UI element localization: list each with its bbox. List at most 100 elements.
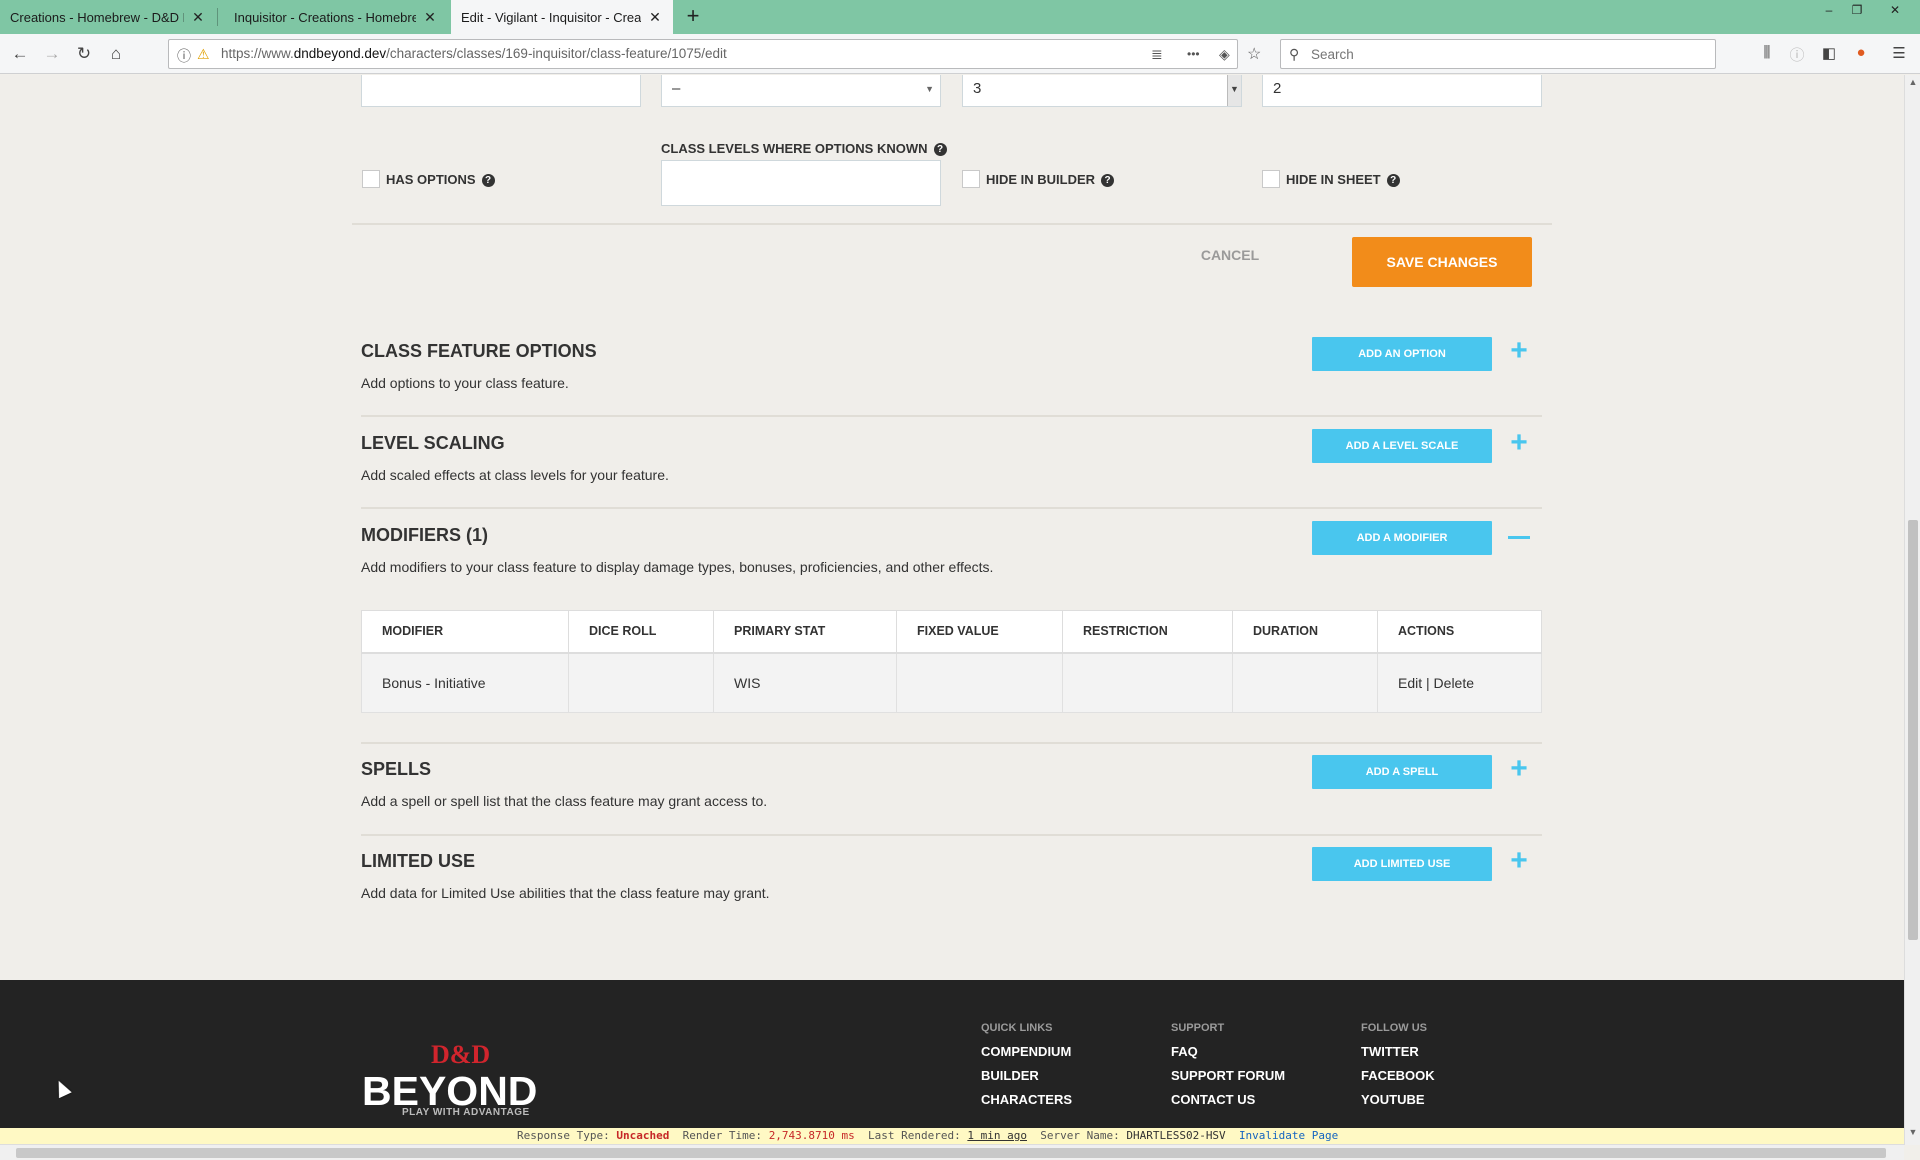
- section-desc-spells: Add a spell or spell list that the class…: [361, 793, 768, 809]
- browser-tab-edit-vigilant[interactable]: Edit - Vigilant - Inquisitor - Creation …: [451, 0, 673, 34]
- site-footer: D&D BEYOND PLAY WITH ADVANTAGE QUICK LIN…: [0, 980, 1904, 1128]
- close-icon[interactable]: ✕: [422, 9, 438, 26]
- column-header: PRIMARY STAT: [713, 610, 897, 654]
- footer-link-compendium[interactable]: COMPENDIUM: [981, 1044, 1071, 1059]
- server-name-label: Server Name:: [1040, 1129, 1120, 1142]
- footer-link-facebook[interactable]: FACEBOOK: [1361, 1068, 1435, 1083]
- plus-icon[interactable]: +: [1507, 754, 1531, 784]
- browser-search-bar[interactable]: ⚲: [1280, 39, 1716, 69]
- url-bar[interactable]: ⓘ ⚠ https://www.dndbeyond.dev/characters…: [168, 39, 1261, 69]
- footer-link-twitter[interactable]: TWITTER: [1361, 1044, 1419, 1059]
- menu-icon[interactable]: ☰: [1888, 44, 1910, 64]
- reload-icon[interactable]: ↻: [72, 42, 96, 66]
- text-field[interactable]: [361, 75, 641, 107]
- footer-link-support-forum[interactable]: SUPPORT FORUM: [1171, 1068, 1285, 1083]
- add-a-level-scale-button[interactable]: ADD A LEVEL SCALE: [1312, 429, 1492, 463]
- scrollbar-thumb[interactable]: [16, 1148, 1886, 1158]
- info-icon[interactable]: ⓘ: [177, 46, 191, 66]
- footer-link-contact-us[interactable]: CONTACT US: [1171, 1092, 1255, 1107]
- bookmark-star-icon[interactable]: ☆: [1247, 44, 1261, 64]
- plus-icon[interactable]: +: [1507, 846, 1531, 876]
- section-desc-modifiers: Add modifiers to your class feature to d…: [361, 559, 994, 575]
- logo-dd-mark[interactable]: D&D: [431, 1040, 490, 1070]
- add-limited-use-button[interactable]: ADD LIMITED USE: [1312, 847, 1492, 881]
- extension-icon[interactable]: ●: [1850, 44, 1872, 64]
- logo-tagline: PLAY WITH ADVANTAGE: [402, 1107, 530, 1118]
- column-header: RESTRICTION: [1062, 610, 1233, 654]
- stepper-chevron-icon[interactable]: ▼: [1227, 75, 1241, 106]
- help-icon[interactable]: ?: [1386, 174, 1400, 188]
- home-icon[interactable]: ⌂: [104, 42, 128, 66]
- tab-title: Inquisitor - Creations - Homebrew: [234, 9, 416, 25]
- edit-link[interactable]: Edit: [1398, 675, 1422, 691]
- url-path: /characters/classes/169-inquisitor/class…: [386, 46, 727, 61]
- response-type-value: Uncached: [616, 1129, 670, 1142]
- horizontal-scrollbar[interactable]: [0, 1144, 1904, 1160]
- minimize-window-icon[interactable]: –: [1814, 0, 1844, 20]
- lock-warning-icon[interactable]: ⚠: [197, 46, 210, 63]
- footer-link-faq[interactable]: FAQ: [1171, 1044, 1198, 1059]
- section-title-spells: SPELLS: [361, 759, 432, 779]
- close-window-icon[interactable]: ✕: [1880, 0, 1910, 20]
- vertical-scrollbar[interactable]: ▲ ▼: [1904, 75, 1920, 1145]
- quick-links-heading: QUICK LINKS: [981, 1022, 1053, 1034]
- pocket-icon[interactable]: ◈: [1219, 46, 1230, 63]
- invalidate-page-link[interactable]: Invalidate Page: [1239, 1129, 1338, 1142]
- save-changes-button[interactable]: SAVE CHANGES: [1352, 237, 1532, 287]
- number-value: 3: [973, 80, 982, 97]
- browser-search-input[interactable]: [1311, 45, 1701, 63]
- number-stepper-field[interactable]: 3 ▼: [962, 75, 1242, 107]
- section-divider: [361, 834, 1542, 836]
- chevron-down-icon: ▼: [925, 84, 934, 94]
- sidebar-icon[interactable]: ◧: [1818, 44, 1840, 64]
- add-a-spell-button[interactable]: ADD A SPELL: [1312, 755, 1492, 789]
- plus-icon[interactable]: +: [1507, 336, 1531, 366]
- select-dropdown[interactable]: – ▼: [661, 75, 941, 107]
- footer-link-builder[interactable]: BUILDER: [981, 1068, 1039, 1083]
- scroll-down-icon[interactable]: ▼: [1905, 1127, 1920, 1137]
- hide-in-builder-checkbox[interactable]: [962, 170, 980, 188]
- close-icon[interactable]: ✕: [190, 9, 206, 26]
- cancel-button[interactable]: CANCEL: [1190, 240, 1270, 270]
- footer-link-youtube[interactable]: YOUTUBE: [1361, 1092, 1425, 1107]
- footer-link-characters[interactable]: CHARACTERS: [981, 1092, 1072, 1107]
- close-icon[interactable]: ✕: [647, 9, 663, 26]
- scroll-up-icon[interactable]: ▲: [1905, 77, 1920, 87]
- hide-in-builder-label: HIDE IN BUILDER?: [986, 172, 1115, 188]
- back-arrow-icon[interactable]: ←: [8, 42, 32, 66]
- follow-us-heading: FOLLOW US: [1361, 1022, 1427, 1034]
- tab-separator: [217, 8, 218, 26]
- debug-status-bar: Response Type: Uncached Render Time: 2,7…: [0, 1128, 1904, 1144]
- support-heading: SUPPORT: [1171, 1022, 1225, 1034]
- help-icon[interactable]: ?: [481, 174, 495, 188]
- browser-tab-inquisitor-creations[interactable]: Inquisitor - Creations - Homebrew ✕: [224, 0, 448, 34]
- section-title-level-scaling: LEVEL SCALING: [361, 433, 505, 453]
- form-divider: [352, 223, 1552, 225]
- class-levels-text: CLASS LEVELS WHERE OPTIONS KNOWN: [661, 141, 928, 156]
- plus-icon[interactable]: +: [1507, 428, 1531, 458]
- minus-icon[interactable]: [1508, 536, 1530, 539]
- number-field[interactable]: 2: [1262, 75, 1542, 107]
- add-a-modifier-button[interactable]: ADD A MODIFIER: [1312, 521, 1492, 555]
- section-title-modifiers: MODIFIERS (1): [361, 525, 489, 545]
- hide-in-sheet-checkbox[interactable]: [1262, 170, 1280, 188]
- response-type-label: Response Type:: [517, 1129, 610, 1142]
- browser-tab-creations-homebrew[interactable]: Creations - Homebrew - D&D Beyo ✕: [0, 0, 216, 34]
- help-icon[interactable]: ?: [1101, 174, 1115, 188]
- page-actions-icon[interactable]: •••: [1187, 47, 1200, 61]
- class-levels-input[interactable]: [661, 160, 941, 206]
- forward-arrow-icon[interactable]: →: [40, 42, 64, 66]
- column-header: DURATION: [1232, 610, 1378, 654]
- new-tab-button[interactable]: +: [680, 4, 706, 30]
- class-levels-label: CLASS LEVELS WHERE OPTIONS KNOWN?: [661, 141, 947, 157]
- tab-title: Edit - Vigilant - Inquisitor - Creation: [461, 9, 641, 25]
- help-icon[interactable]: ?: [933, 143, 947, 157]
- reader-view-icon[interactable]: ≣: [1151, 46, 1163, 63]
- add-an-option-button[interactable]: ADD AN OPTION: [1312, 337, 1492, 371]
- delete-link[interactable]: Delete: [1434, 675, 1474, 691]
- library-icon[interactable]: ⫼: [1756, 44, 1778, 64]
- scrollbar-thumb[interactable]: [1908, 520, 1918, 940]
- restore-window-icon[interactable]: ❐: [1842, 0, 1872, 20]
- info-circle-icon[interactable]: ⓘ: [1786, 44, 1808, 64]
- has-options-checkbox[interactable]: [362, 170, 380, 188]
